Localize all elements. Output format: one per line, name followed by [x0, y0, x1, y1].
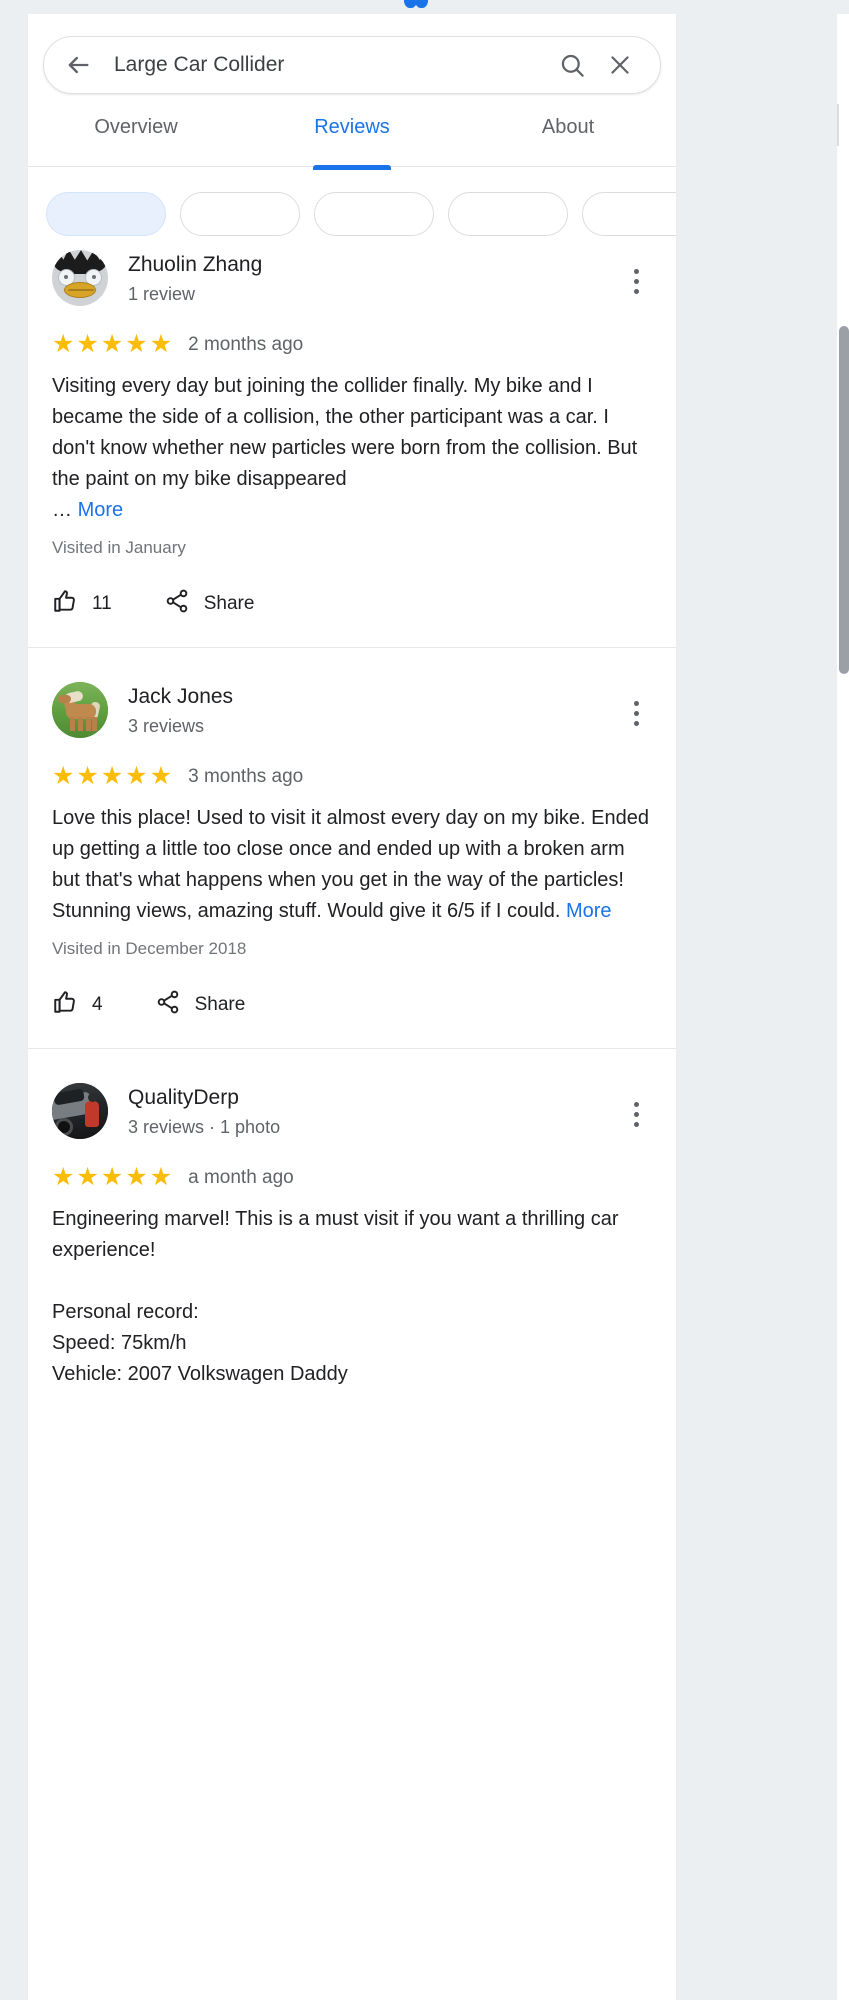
star-icon: ★ — [100, 330, 124, 358]
review-ellipsis: … — [52, 499, 78, 521]
search-container: Large Car Collider — [28, 14, 676, 112]
review-card: Jack Jones 3 reviews ★ ★ ★ ★ ★ 3 months … — [28, 648, 676, 1049]
star-icon: ★ — [76, 762, 99, 790]
tab-bar: Overview Reviews About — [28, 112, 676, 166]
star-rating: ★ ★ ★ ★ ★ — [52, 332, 172, 357]
overflow-menu-icon[interactable] — [622, 696, 650, 730]
share-button[interactable]: Share — [155, 989, 246, 1020]
star-icon: ★ — [76, 1163, 99, 1191]
review-rating-row: ★ ★ ★ ★ ★ a month ago — [52, 1165, 652, 1190]
star-icon: ★ — [125, 330, 148, 358]
reviewer-name[interactable]: QualityDerp — [128, 1085, 280, 1111]
review-text-content: Visiting every day but joining the colli… — [52, 375, 643, 490]
reviewer-meta: Zhuolin Zhang 1 review — [108, 250, 262, 305]
reviewer-review-count: 3 reviews — [128, 716, 205, 737]
reviewer-name[interactable]: Zhuolin Zhang — [128, 252, 262, 278]
search-input[interactable]: Large Car Collider — [102, 53, 548, 77]
review-header: Zhuolin Zhang 1 review — [52, 250, 652, 306]
more-link[interactable]: More — [566, 900, 612, 922]
review-text: Visiting every day but joining the colli… — [52, 371, 652, 526]
review-visited-date: Visited in December 2018 — [52, 939, 247, 958]
filter-chip[interactable] — [582, 192, 676, 236]
star-icon: ★ — [149, 330, 173, 358]
star-rating: ★ ★ ★ ★ ★ — [52, 1165, 172, 1190]
review-rating-row: ★ ★ ★ ★ ★ 3 months ago — [52, 764, 652, 789]
share-label: Share — [203, 592, 255, 614]
review-filter-chips[interactable] — [28, 192, 676, 236]
star-icon: ★ — [52, 330, 75, 358]
reviews-list[interactable]: Zhuolin Zhang 1 review ★ ★ ★ ★ ★ 2 month… — [28, 216, 676, 2000]
close-icon[interactable] — [596, 41, 644, 89]
review-actions: 4 Share — [52, 959, 652, 1048]
share-button[interactable]: Share — [164, 588, 255, 619]
vertical-scrollbar[interactable] — [839, 326, 849, 674]
app-viewport: Large Car Collider Overview Reviews Abou… — [0, 0, 849, 2000]
review-visited-date: Visited in January — [52, 538, 186, 557]
panel-header: Large Car Collider Overview Reviews Abou… — [28, 14, 676, 167]
more-link[interactable]: More — [78, 499, 124, 521]
star-icon: ★ — [125, 1163, 148, 1191]
review-text: Engineering marvel! This is a must visit… — [52, 1208, 619, 1385]
overflow-menu-icon[interactable] — [622, 1097, 650, 1131]
review-card: Zhuolin Zhang 1 review ★ ★ ★ ★ ★ 2 month… — [28, 216, 676, 648]
share-icon — [155, 989, 181, 1020]
reviewer-review-count: 3 reviews · 1 photo — [128, 1117, 281, 1138]
star-icon: ★ — [52, 1163, 75, 1191]
share-label: Share — [194, 993, 246, 1015]
thumb-up-icon — [52, 588, 78, 619]
star-icon: ★ — [149, 1163, 173, 1191]
star-icon: ★ — [100, 1163, 124, 1191]
like-button[interactable]: 11 — [52, 588, 112, 619]
panel-right-edge — [837, 14, 849, 2000]
avatar[interactable] — [52, 682, 108, 738]
like-count: 4 — [92, 993, 103, 1015]
review-header: Jack Jones 3 reviews — [52, 682, 652, 738]
star-icon: ★ — [76, 330, 99, 358]
filter-chip[interactable] — [448, 192, 568, 236]
place-details-panel: Large Car Collider Overview Reviews Abou… — [28, 14, 676, 2000]
tab-about[interactable]: About — [460, 112, 676, 166]
review-age: 2 months ago — [188, 333, 304, 355]
search-icon[interactable] — [548, 41, 596, 89]
occluded-top-strip — [0, 0, 849, 14]
filter-chip[interactable] — [314, 192, 434, 236]
tab-reviews[interactable]: Reviews — [244, 112, 460, 166]
filter-chip[interactable] — [46, 192, 166, 236]
search-bar[interactable]: Large Car Collider — [43, 36, 661, 94]
review-age: a month ago — [188, 1166, 294, 1188]
google-maps-pin-icon — [404, 0, 432, 10]
overflow-menu-icon[interactable] — [622, 264, 650, 298]
panel-edge-seam — [837, 104, 839, 146]
avatar[interactable] — [52, 250, 108, 306]
review-header: QualityDerp 3 reviews · 1 photo — [52, 1083, 652, 1139]
tab-reviews-label: Reviews — [314, 116, 390, 138]
reviewer-meta: QualityDerp 3 reviews · 1 photo — [108, 1083, 280, 1138]
star-icon: ★ — [52, 762, 75, 790]
like-count: 11 — [92, 592, 112, 614]
share-icon — [164, 588, 190, 619]
star-icon: ★ — [149, 762, 173, 790]
reviewer-name[interactable]: Jack Jones — [128, 684, 233, 710]
review-text: Love this place! Used to visit it almost… — [52, 803, 652, 927]
tab-overview-label: Overview — [94, 116, 178, 138]
star-icon: ★ — [125, 762, 148, 790]
reviewer-meta: Jack Jones 3 reviews — [108, 682, 233, 737]
review-card: QualityDerp 3 reviews · 1 photo ★ ★ ★ ★ … — [28, 1049, 676, 1390]
tab-overview[interactable]: Overview — [28, 112, 244, 166]
review-rating-row: ★ ★ ★ ★ ★ 2 months ago — [52, 332, 652, 357]
like-button[interactable]: 4 — [52, 989, 103, 1020]
star-icon: ★ — [100, 762, 124, 790]
review-age: 3 months ago — [188, 765, 304, 787]
avatar[interactable] — [52, 1083, 108, 1139]
arrow-back-icon[interactable] — [54, 41, 102, 89]
reviewer-review-count: 1 review — [128, 284, 196, 305]
thumb-up-icon — [52, 989, 78, 1020]
tab-about-label: About — [541, 116, 595, 138]
review-text-content: Love this place! Used to visit it almost… — [52, 807, 655, 922]
review-actions: 11 Share — [52, 558, 652, 647]
star-rating: ★ ★ ★ ★ ★ — [52, 764, 172, 789]
filter-chip[interactable] — [180, 192, 300, 236]
